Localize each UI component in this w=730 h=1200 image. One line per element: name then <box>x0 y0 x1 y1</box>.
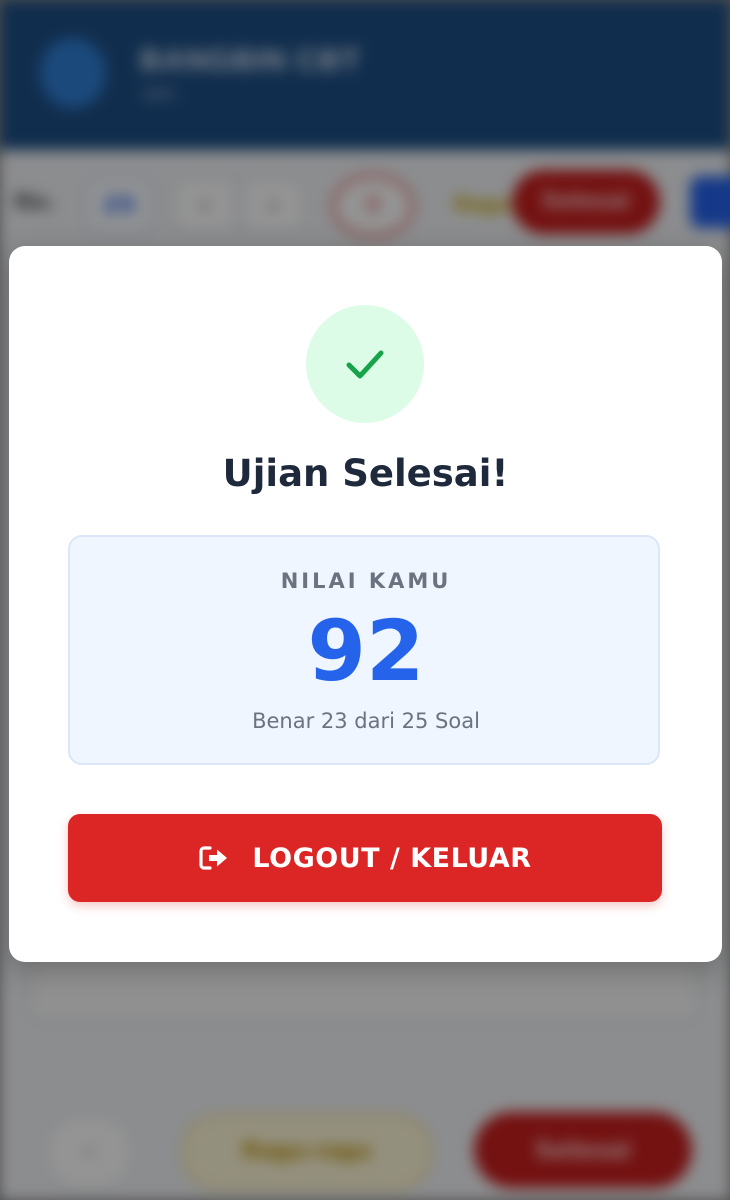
success-badge <box>306 305 424 423</box>
logout-label: LOGOUT / KELUAR <box>252 842 532 874</box>
check-icon <box>346 350 384 379</box>
score-value: 92 <box>307 602 425 700</box>
logout-icon <box>198 844 230 872</box>
modal-title: Ujian Selesai! <box>222 452 509 495</box>
exam-result-modal: Ujian Selesai! NILAI KAMU 92 Benar 23 da… <box>9 246 722 962</box>
logout-button[interactable]: LOGOUT / KELUAR <box>68 814 662 902</box>
score-card: NILAI KAMU 92 Benar 23 dari 25 Soal <box>68 535 660 765</box>
score-detail: Benar 23 dari 25 Soal <box>252 709 480 733</box>
score-label: NILAI KAMU <box>280 569 452 593</box>
